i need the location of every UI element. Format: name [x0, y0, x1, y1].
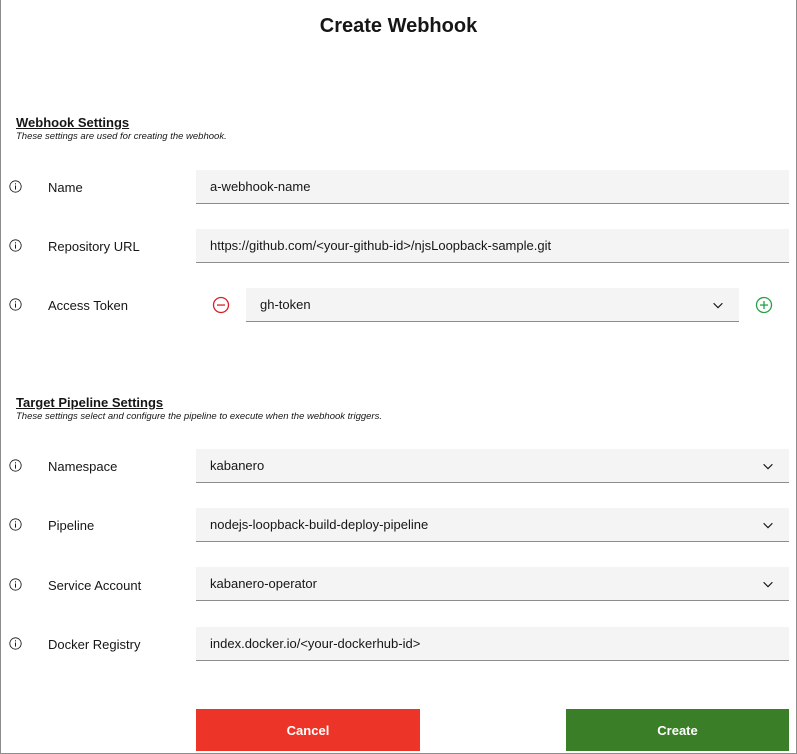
name-input[interactable]: a-webhook-name [196, 170, 789, 204]
namespace-dropdown[interactable]: kabanero [196, 449, 789, 483]
chevron-down-icon [763, 581, 773, 587]
docker-registry-value: index.docker.io/<your-dockerhub-id> [210, 636, 421, 651]
name-value: a-webhook-name [210, 179, 311, 194]
chevron-down-icon [713, 302, 723, 308]
subtract-circle-icon[interactable] [212, 296, 230, 314]
pipeline-label: Pipeline [48, 518, 95, 533]
repository-url-label: Repository URL [48, 239, 140, 254]
repository-url-value: https://github.com/<your-github-id>/njsL… [210, 238, 552, 253]
pipeline-dropdown[interactable]: nodejs-loopback-build-deploy-pipeline [196, 508, 789, 542]
service-account-dropdown[interactable]: kabanero-operator [196, 567, 789, 601]
info-icon[interactable] [9, 459, 22, 472]
cancel-button[interactable]: Cancel [196, 709, 420, 751]
add-circle-icon[interactable] [755, 296, 773, 314]
webhook-settings-heading: Webhook Settings [16, 115, 130, 130]
info-icon[interactable] [9, 180, 22, 193]
chevron-down-icon [763, 463, 773, 469]
access-token-dropdown[interactable]: gh-token [246, 288, 739, 322]
docker-registry-label: Docker Registry [48, 637, 141, 652]
repository-url-input[interactable]: https://github.com/<your-github-id>/njsL… [196, 229, 789, 263]
docker-registry-input[interactable]: index.docker.io/<your-dockerhub-id> [196, 627, 789, 661]
info-icon[interactable] [9, 518, 22, 531]
pipeline-settings-subheading: These settings select and configure the … [16, 411, 382, 422]
access-token-value: gh-token [260, 297, 311, 312]
access-token-label: Access Token [48, 298, 128, 313]
pipeline-value: nodejs-loopback-build-deploy-pipeline [210, 517, 429, 532]
name-label: Name [48, 180, 83, 195]
service-account-label: Service Account [48, 578, 142, 593]
create-button[interactable]: Create [566, 709, 789, 751]
chevron-down-icon [763, 522, 773, 528]
info-icon[interactable] [9, 637, 22, 650]
dialog-title: Create Webhook [319, 15, 478, 37]
namespace-label: Namespace [48, 459, 118, 474]
info-icon[interactable] [9, 298, 22, 311]
namespace-value: kabanero [210, 458, 265, 473]
info-icon[interactable] [9, 239, 22, 252]
info-icon[interactable] [9, 578, 22, 591]
webhook-settings-subheading: These settings are used for creating the… [16, 131, 227, 142]
service-account-value: kabanero-operator [210, 576, 317, 591]
pipeline-settings-heading: Target Pipeline Settings [16, 395, 164, 410]
